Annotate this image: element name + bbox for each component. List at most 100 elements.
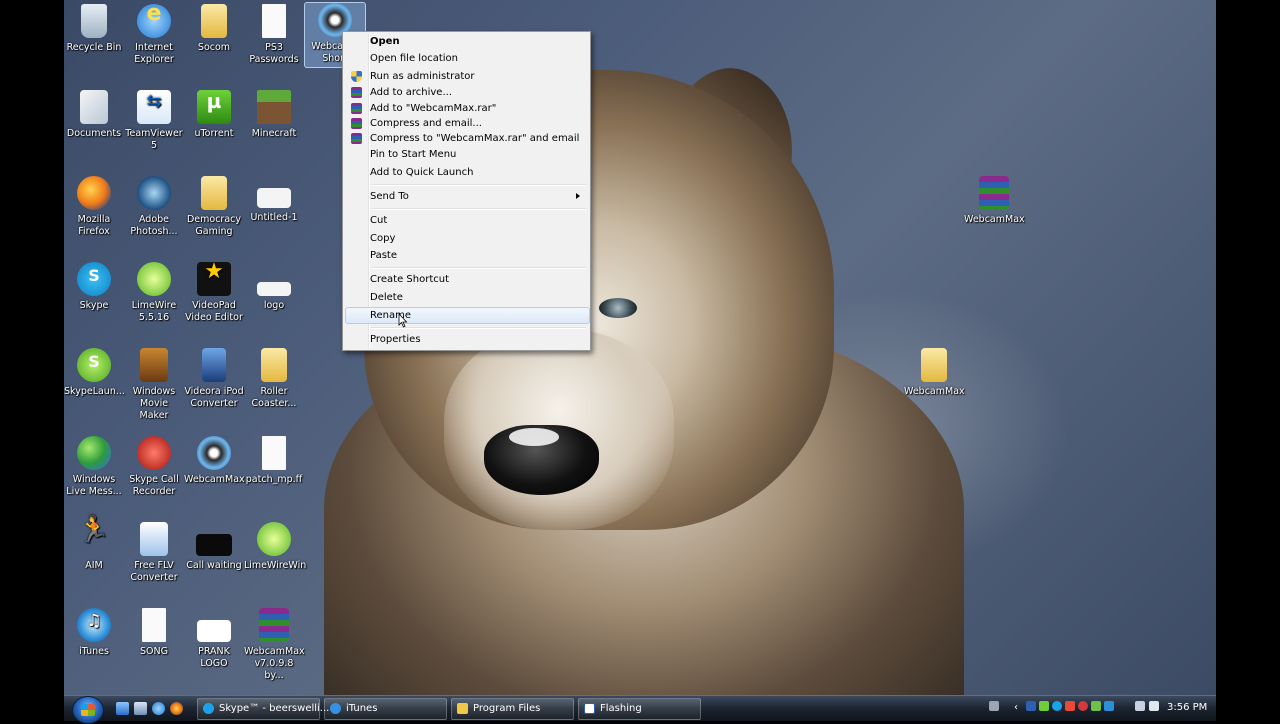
desktop-icon[interactable]: S SkypeLaun...	[64, 348, 125, 398]
menu-item-pin-to-start-menu[interactable]: Pin to Start Menu	[345, 146, 588, 163]
desktop-icon[interactable]: e Internet Explorer	[124, 3, 184, 66]
videopad-icon: ★	[197, 261, 231, 296]
menu-separator	[371, 184, 586, 186]
desktop-icon[interactable]: Roller Coaster...	[244, 348, 304, 410]
context-menu: Open Open file location Run as administr…	[342, 31, 591, 351]
desktop-icon[interactable]: Skype Call Recorder	[124, 436, 184, 498]
desktop-icon[interactable]: Recycle Bin	[64, 4, 124, 54]
menu-item-run-as-administrator[interactable]: Run as administrator	[345, 68, 588, 85]
desktop-icon[interactable]: ★ VideoPad Video Editor	[184, 261, 244, 324]
desktop-icon[interactable]: Free FLV Converter	[124, 522, 184, 584]
desktop-icon[interactable]: µ uTorrent	[184, 90, 244, 140]
tray-skype-icon[interactable]	[1052, 701, 1062, 711]
taskbar-button-program-files[interactable]: Program Files	[451, 698, 574, 720]
menu-item-add-to-archive[interactable]: Add to archive...	[345, 84, 588, 101]
videora-icon	[202, 348, 226, 382]
desktop-icon[interactable]: ⇆ TeamViewer 5	[124, 90, 184, 152]
menu-item-open-file-location[interactable]: Open file location	[345, 50, 588, 67]
folder-icon	[457, 703, 468, 714]
desktop-icon[interactable]: ♫ iTunes	[64, 608, 124, 658]
folder-icon	[201, 176, 227, 210]
desktop-icon[interactable]: PS3 Passwords	[244, 4, 304, 66]
skype-icon: S	[77, 348, 111, 382]
desktop-icon[interactable]: Mozilla Firefox	[64, 176, 124, 238]
desktop-icon[interactable]: SONG	[124, 608, 184, 658]
firefox-icon[interactable]	[170, 702, 183, 715]
desktop-icon[interactable]: Minecraft	[244, 90, 304, 140]
desktop-icon[interactable]: Adobe Photosh...	[124, 176, 184, 238]
blank-file-icon	[262, 436, 286, 470]
desktop-icon[interactable]: Documents	[64, 90, 124, 140]
taskbar-button-itunes[interactable]: iTunes	[324, 698, 447, 720]
tray-app-icon[interactable]	[1039, 701, 1049, 711]
desktop-icon[interactable]: Socom	[184, 4, 244, 54]
winrar-icon	[351, 118, 362, 129]
menu-item-open[interactable]: Open	[345, 33, 588, 50]
folder-icon	[261, 348, 287, 382]
menu-item-properties[interactable]: Properties	[345, 331, 588, 348]
call-recorder-icon	[137, 436, 171, 470]
taskbar-button-skype[interactable]: Skype™ - beerswelli...	[197, 698, 329, 720]
menu-item-cut[interactable]: Cut	[345, 212, 588, 229]
menu-item-send-to[interactable]: Send To	[345, 188, 588, 205]
image-file-icon	[257, 282, 291, 296]
desktop-icon[interactable]: patch_mp.ff	[244, 436, 304, 486]
menu-item-delete[interactable]: Delete	[345, 289, 588, 306]
desktop-icon[interactable]: LimeWire 5.5.16	[124, 262, 184, 324]
desktop[interactable]: Recycle Bin Documents Mozilla Firefox S …	[64, 0, 1216, 720]
menu-item-paste[interactable]: Paste	[345, 247, 588, 264]
flv-converter-icon	[140, 522, 168, 556]
folder-icon	[201, 4, 227, 38]
internet-explorer-icon[interactable]	[152, 702, 165, 715]
recycle-bin-icon	[81, 4, 107, 38]
tray-app-icon[interactable]	[1104, 701, 1114, 711]
shield-icon	[351, 71, 362, 82]
menu-item-add-to-quick-launch[interactable]: Add to Quick Launch	[345, 164, 588, 181]
menu-item-copy[interactable]: Copy	[345, 230, 588, 247]
wallpaper-wolf-eye	[599, 298, 637, 318]
limewire-icon	[137, 262, 171, 296]
show-desktop-icon[interactable]	[116, 702, 129, 715]
switch-windows-icon[interactable]	[134, 702, 147, 715]
webcam-icon	[197, 436, 231, 470]
desktop-icon[interactable]: WebcamMax	[964, 176, 1025, 226]
text-file-icon	[262, 4, 286, 38]
desktop-icon[interactable]: Call waiting	[184, 522, 244, 572]
desktop-icon[interactable]: Windows Live Mess...	[64, 436, 124, 498]
teamviewer-icon: ⇆	[137, 90, 171, 124]
menu-item-rename[interactable]: Rename	[345, 307, 590, 324]
desktop-icon[interactable]: Untitled-1	[244, 176, 304, 224]
desktop-icon[interactable]: S Skype	[64, 262, 124, 312]
desktop-icon[interactable]: Democracy Gaming	[184, 176, 244, 238]
text-file-icon	[142, 608, 166, 642]
network-icon[interactable]	[1135, 701, 1145, 711]
clock[interactable]: 3:56 PM	[1167, 696, 1207, 720]
menu-item-create-shortcut[interactable]: Create Shortcut	[345, 271, 588, 288]
tray-app-icon[interactable]	[1026, 701, 1036, 711]
desktop-icon[interactable]: 🏃 AIM	[64, 517, 124, 572]
tray-app-icon[interactable]	[1091, 701, 1101, 711]
mouse-cursor-icon	[398, 313, 408, 328]
tray-app-icon[interactable]	[1078, 701, 1088, 711]
desktop-icon[interactable]: LimeWireWin	[244, 522, 306, 572]
desktop-icon[interactable]: logo	[244, 262, 304, 312]
skype-icon: S	[77, 262, 111, 296]
taskbar-button-flashing[interactable]: Flashing	[578, 698, 701, 720]
volume-icon[interactable]	[1149, 701, 1159, 711]
keyboard-icon[interactable]	[989, 701, 999, 711]
menu-item-compress-to-rar-and-email[interactable]: Compress to "WebcamMax.rar" and email	[345, 130, 588, 147]
windows-logo-icon	[81, 704, 95, 716]
video-file-icon	[196, 534, 232, 556]
desktop-icon[interactable]: PRANK LOGO	[184, 608, 244, 670]
desktop-icon[interactable]: WebcamMax v7.0.9.8 by...	[244, 608, 305, 682]
movie-maker-icon	[140, 348, 168, 382]
tray-expand-icon[interactable]: ‹	[1014, 698, 1018, 718]
desktop-icon[interactable]: WebcamMax	[184, 436, 245, 486]
desktop-icon[interactable]: WebcamMax	[904, 348, 965, 398]
desktop-icon[interactable]: Windows Movie Maker	[124, 348, 184, 422]
firefox-icon	[77, 176, 111, 210]
minecraft-icon	[257, 90, 291, 124]
tray-app-icon[interactable]	[1065, 701, 1075, 711]
desktop-icon[interactable]: Videora iPod Converter	[184, 348, 244, 410]
menu-separator	[371, 267, 586, 269]
